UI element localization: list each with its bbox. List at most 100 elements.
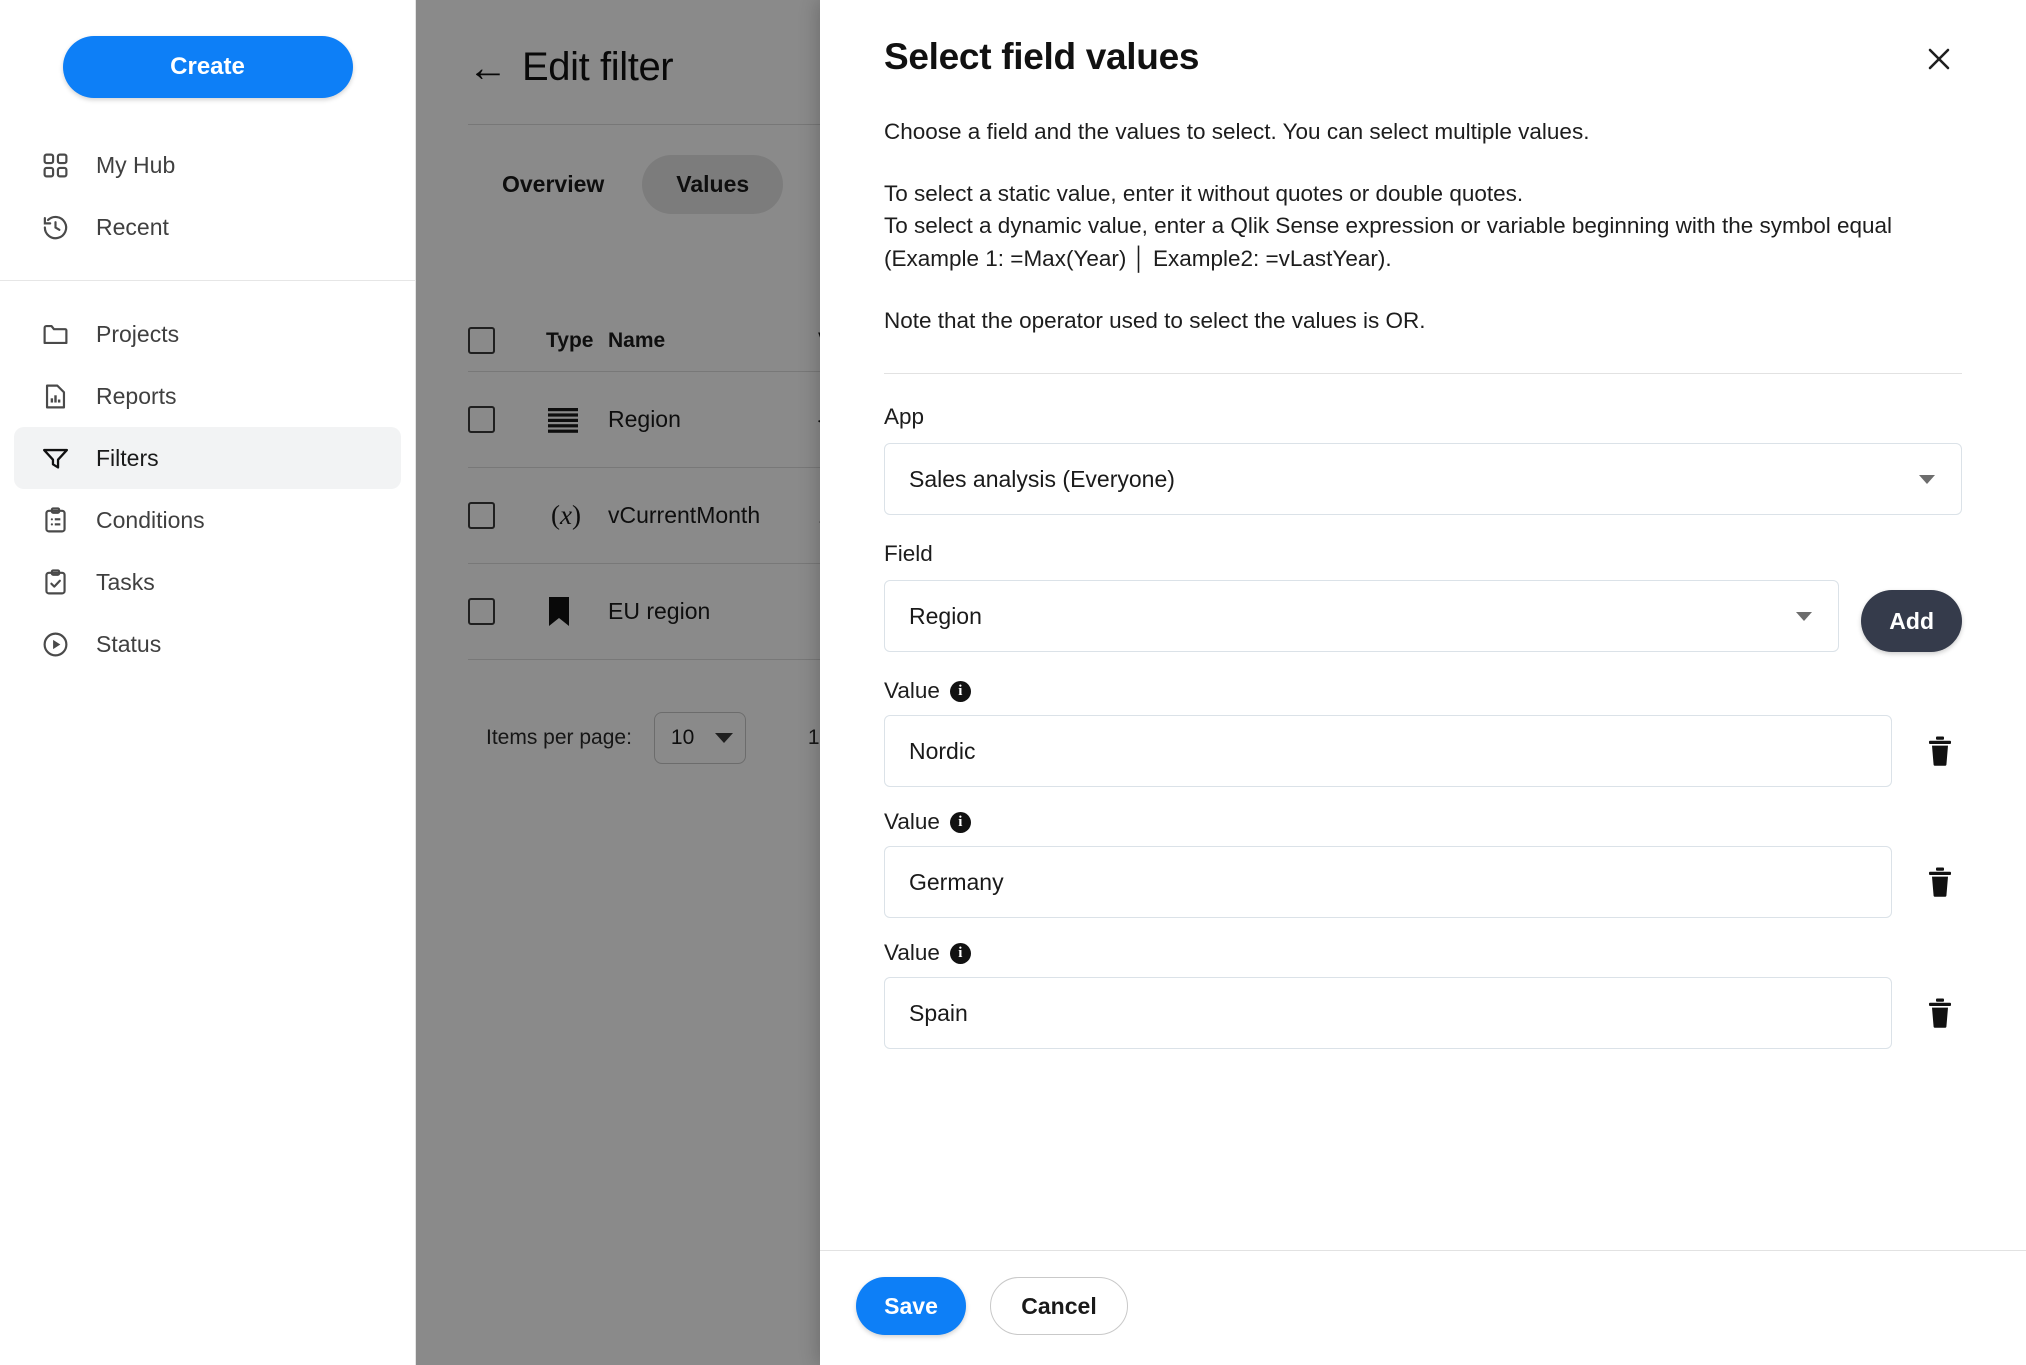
sidebar-item-projects[interactable]: Projects — [14, 303, 401, 365]
app-select-value: Sales analysis (Everyone) — [909, 465, 1175, 492]
sidebar-item-label: Reports — [96, 382, 177, 409]
app-label: App — [884, 404, 925, 430]
description-line-1: Choose a field and the values to select.… — [884, 119, 1590, 144]
chevron-down-icon — [1796, 611, 1813, 621]
variable-icon: (x) — [546, 499, 586, 533]
panel-title: Select field values — [884, 36, 1200, 77]
row-name: vCurrentMonth — [608, 502, 761, 528]
items-per-page-value: 10 — [670, 726, 695, 749]
value-input-3[interactable] — [884, 977, 1892, 1050]
field-select-value: Region — [909, 602, 982, 629]
cancel-button[interactable]: Cancel — [990, 1277, 1128, 1335]
field-label: Field — [884, 541, 933, 567]
folder-icon — [40, 319, 70, 349]
row-type-cell — [546, 595, 608, 629]
field-select[interactable]: Region — [884, 580, 1840, 653]
value-label: Value i — [884, 809, 1962, 835]
sidebar-item-reports[interactable]: Reports — [14, 365, 401, 427]
play-circle-icon — [40, 629, 70, 659]
trash-icon[interactable] — [1918, 856, 1962, 908]
value-row — [884, 846, 1962, 919]
trash-icon[interactable] — [1918, 725, 1962, 777]
chevron-down-icon — [1919, 474, 1935, 484]
row-select-cell — [468, 598, 546, 625]
column-header-type: Type — [546, 328, 594, 352]
tab-values[interactable]: Values — [642, 155, 784, 214]
sidebar-item-label: Tasks — [96, 568, 155, 595]
value-label-text: Value — [884, 809, 940, 835]
items-per-page-select[interactable]: 10 — [653, 712, 746, 764]
funnel-icon — [40, 443, 70, 473]
sidebar-group-primary: My Hub Recent — [0, 134, 415, 258]
sidebar-item-tasks[interactable]: Tasks — [14, 551, 401, 613]
select-all-cell — [468, 327, 546, 354]
info-icon[interactable]: i — [949, 680, 971, 702]
back-arrow-icon[interactable]: ← — [468, 48, 508, 88]
clipboard-list-icon — [40, 505, 70, 535]
row-type-cell: (x) — [546, 499, 608, 533]
value-input-2[interactable] — [884, 846, 1892, 919]
row-select-cell — [468, 502, 546, 529]
row-select-cell — [468, 406, 546, 433]
sidebar-item-label: Filters — [96, 444, 159, 471]
value-row — [884, 715, 1962, 788]
sidebar-item-label: Status — [96, 630, 162, 657]
value-label-text: Value — [884, 940, 940, 966]
sidebar-item-recent[interactable]: Recent — [14, 196, 401, 258]
sidebar: Create My Hub Recent Projects Reports Fi… — [0, 0, 416, 1365]
value-block-1: Value i — [884, 678, 1962, 788]
row-name: EU region — [608, 598, 711, 624]
sidebar-item-label: My Hub — [96, 151, 176, 178]
info-icon[interactable]: i — [949, 811, 971, 833]
description-line-2: To select a static value, enter it witho… — [884, 180, 1893, 271]
value-input-1[interactable] — [884, 715, 1892, 788]
history-icon — [40, 212, 70, 242]
description-line-3: Note that the operator used to select th… — [884, 307, 1426, 333]
clipboard-check-icon — [40, 567, 70, 597]
add-button[interactable]: Add — [1861, 590, 1962, 653]
sidebar-item-label: Conditions — [96, 506, 205, 533]
trash-icon[interactable] — [1918, 987, 1962, 1039]
select-field-values-panel: Select field values Choose a field and t… — [820, 0, 2026, 1365]
value-block-2: Value i — [884, 809, 1962, 919]
sidebar-item-label: Recent — [96, 213, 169, 240]
value-label: Value i — [884, 678, 1962, 704]
select-all-checkbox[interactable] — [468, 327, 495, 354]
sidebar-item-label: Projects — [96, 320, 180, 347]
report-icon — [40, 381, 70, 411]
sidebar-item-conditions[interactable]: Conditions — [14, 489, 401, 551]
close-icon[interactable] — [1916, 36, 1962, 82]
info-icon[interactable]: i — [949, 942, 971, 964]
save-button[interactable]: Save — [856, 1277, 966, 1335]
panel-header: Select field values — [884, 36, 1962, 82]
tab-overview[interactable]: Overview — [468, 155, 638, 214]
row-checkbox[interactable] — [468, 598, 495, 625]
app-root: Create My Hub Recent Projects Reports Fi… — [0, 0, 2026, 1365]
panel-footer: Save Cancel — [820, 1250, 2026, 1365]
value-row — [884, 977, 1962, 1050]
app-select[interactable]: Sales analysis (Everyone) — [884, 443, 1962, 516]
sidebar-item-filters[interactable]: Filters — [14, 427, 401, 489]
app-field-group: App Sales analysis (Everyone) — [884, 404, 1962, 516]
value-label-text: Value — [884, 678, 940, 704]
value-block-3: Value i — [884, 940, 1962, 1050]
lines-icon — [546, 403, 586, 437]
row-checkbox[interactable] — [468, 502, 495, 529]
row-name: Region — [608, 406, 681, 432]
sidebar-divider — [0, 280, 415, 281]
panel-body: Select field values Choose a field and t… — [820, 0, 2026, 1250]
field-group: Field Region Add — [884, 541, 1962, 653]
row-type-cell — [546, 403, 608, 437]
sidebar-item-my-hub[interactable]: My Hub — [14, 134, 401, 196]
value-label: Value i — [884, 940, 1962, 966]
create-button[interactable]: Create — [62, 36, 353, 98]
column-header-name: Name — [608, 328, 666, 352]
field-row: Region Add — [884, 580, 1962, 653]
row-checkbox[interactable] — [468, 406, 495, 433]
panel-divider — [884, 373, 1962, 375]
chevron-down-icon — [714, 733, 733, 743]
items-per-page-label: Items per page: — [486, 726, 632, 749]
panel-description: Choose a field and the values to select.… — [884, 116, 1962, 337]
sidebar-item-status[interactable]: Status — [14, 613, 401, 675]
sidebar-group-secondary: Projects Reports Filters Conditions Task… — [0, 303, 415, 675]
